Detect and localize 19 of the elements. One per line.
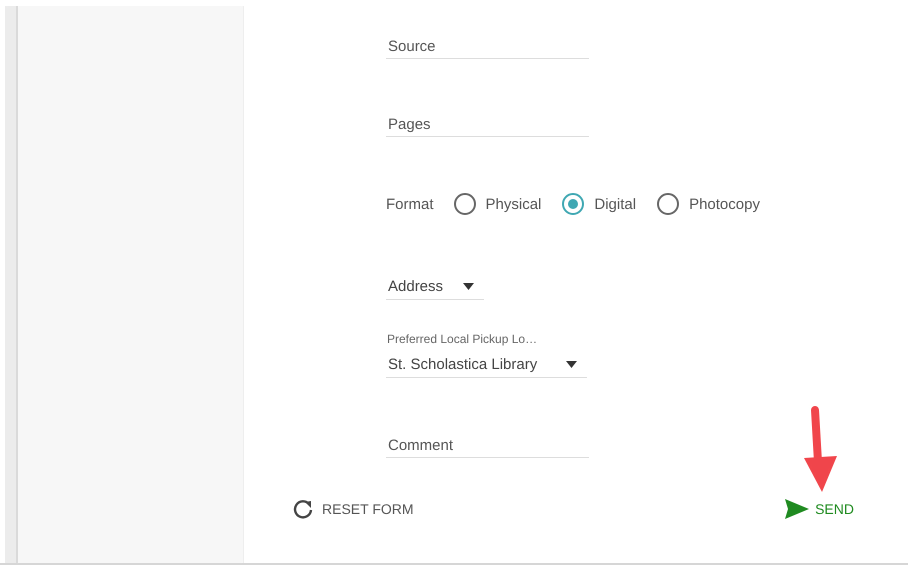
radio-button[interactable] <box>562 193 584 215</box>
caret-icon <box>566 361 577 368</box>
radio-label: Digital <box>594 196 636 212</box>
radio-button[interactable] <box>454 193 476 215</box>
pickup-dropdown[interactable]: St. Scholastica Library <box>386 352 587 378</box>
reset-form-button[interactable]: RESET FORM <box>290 496 416 522</box>
send-icon <box>785 499 810 519</box>
radio-label: Physical <box>486 196 542 212</box>
comment-field[interactable]: Comment <box>386 433 589 458</box>
send-button[interactable]: SEND <box>783 496 856 522</box>
pickup-label: Preferred Local Pickup Lo… <box>386 332 538 348</box>
format-label: Format <box>386 196 434 212</box>
radio-button[interactable] <box>657 193 680 215</box>
source-field[interactable]: Source <box>386 34 589 59</box>
pages-field[interactable]: Pages <box>386 112 589 137</box>
radio-label: Photocopy <box>689 196 760 212</box>
address-dropdown[interactable]: Address <box>386 274 484 300</box>
caret-icon <box>463 283 474 290</box>
reset-icon <box>292 498 314 520</box>
